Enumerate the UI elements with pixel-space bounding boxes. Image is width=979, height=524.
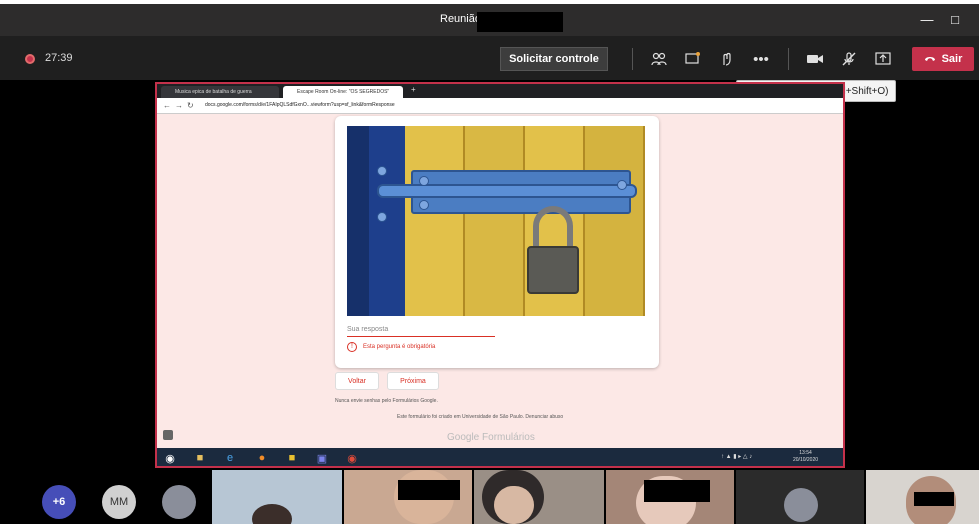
browser-nav-icons[interactable]: ←→↻ xyxy=(163,101,198,110)
browser-tab-active[interactable]: Escape Room On-line: "OS SEGREDOS" xyxy=(283,86,403,98)
meeting-timer: 27:39 xyxy=(45,52,73,64)
new-tab-icon[interactable]: + xyxy=(411,85,416,94)
participant-video[interactable] xyxy=(474,470,604,524)
edge-icon[interactable]: e xyxy=(221,450,239,466)
google-forms-logo: Google Formulários xyxy=(447,432,535,443)
redaction-box xyxy=(644,480,710,502)
system-tray-icons[interactable]: ↑ ▲ ▮ ▸ △ ♪ xyxy=(721,453,752,460)
browser-tab-label: Escape Room On-line: "OS SEGREDOS" xyxy=(297,89,390,95)
start-icon[interactable]: ◉ xyxy=(161,450,179,466)
response-input[interactable]: Sua resposta xyxy=(347,326,388,333)
feedback-icon[interactable] xyxy=(163,430,173,440)
response-underline xyxy=(347,336,495,337)
teams-icon[interactable]: ▣ xyxy=(313,450,331,466)
teams-meeting-window: Reunião — □ 27:39 Solicitar controle ••• xyxy=(0,0,979,524)
more-options-icon[interactable]: ••• xyxy=(750,48,772,70)
window-title: Reunião xyxy=(440,13,481,25)
minimize-icon[interactable]: — xyxy=(918,12,936,28)
chrome-icon[interactable]: ◉ xyxy=(343,450,361,466)
participant-video[interactable] xyxy=(866,470,979,524)
taskbar-clock[interactable]: 13:54 20/10/2020 xyxy=(793,450,818,464)
owner-note: Este formulário foi criado em Universida… xyxy=(397,414,564,420)
toolbar-divider xyxy=(788,48,789,70)
form-question-card: Sua resposta ! Esta pergunta é obrigatór… xyxy=(335,116,659,368)
camera-icon[interactable] xyxy=(804,48,826,70)
required-message: Esta pergunta é obrigatória xyxy=(363,344,436,350)
recording-icon xyxy=(25,54,35,64)
chat-icon[interactable] xyxy=(682,48,704,70)
participant-tile[interactable] xyxy=(736,470,864,524)
shared-screen: Musica epica de batalha de guerra Escape… xyxy=(155,82,845,468)
leave-button[interactable]: Sair xyxy=(912,47,974,71)
participant-video[interactable] xyxy=(606,470,734,524)
redaction-box xyxy=(914,492,954,506)
participant-strip: +6 MM xyxy=(0,468,979,524)
browser-tab[interactable]: Musica epica de batalha de guerra xyxy=(161,86,279,98)
browser-tab-label: Musica epica de batalha de guerra xyxy=(175,89,252,95)
participant-avatar[interactable] xyxy=(162,485,196,519)
firefox-icon[interactable]: ● xyxy=(253,450,271,466)
participant-avatar[interactable]: MM xyxy=(102,485,136,519)
password-note: Nunca envie senhas pelo Formulários Goog… xyxy=(335,398,438,404)
hang-up-icon xyxy=(924,53,936,65)
leave-label: Sair xyxy=(941,53,963,65)
title-bar: Reunião — □ xyxy=(0,0,979,36)
next-button[interactable]: Próxima xyxy=(387,372,439,390)
required-error: ! Esta pergunta é obrigatória xyxy=(347,342,435,352)
toolbar-divider xyxy=(632,48,633,70)
media-player-icon[interactable]: ■ xyxy=(283,450,301,466)
file-explorer-icon[interactable]: ■ xyxy=(191,450,209,466)
clock-date: 20/10/2020 xyxy=(793,457,819,463)
maximize-icon[interactable]: □ xyxy=(946,12,964,28)
redaction-box xyxy=(398,480,460,500)
clock-time: 13:54 xyxy=(799,450,812,456)
browser-tab-strip: Musica epica de batalha de guerra Escape… xyxy=(157,84,843,98)
request-control-button[interactable]: Solicitar controle xyxy=(500,47,608,71)
more-participants-badge[interactable]: +6 xyxy=(42,485,76,519)
browser-address-bar: ←→↻ docs.google.com/forms/d/e/1FAIpQLSdf… xyxy=(157,98,843,114)
meeting-toolbar: 27:39 Solicitar controle ••• Sair xyxy=(0,36,979,80)
windows-taskbar: ◉ ■ e ● ■ ▣ ◉ ↑ ▲ ▮ ▸ △ ♪ 13:54 20/10/20… xyxy=(157,448,843,466)
participant-video[interactable] xyxy=(344,470,472,524)
padlock-door-image xyxy=(347,126,645,316)
raise-hand-icon[interactable] xyxy=(716,48,738,70)
participants-icon[interactable] xyxy=(648,48,670,70)
participant-video[interactable] xyxy=(212,470,342,524)
url-field[interactable]: docs.google.com/forms/d/e/1FAIpQLSdfGxnO… xyxy=(205,102,395,108)
error-icon: ! xyxy=(347,342,357,352)
share-screen-icon[interactable] xyxy=(872,48,894,70)
mute-microphone-icon[interactable] xyxy=(838,48,860,70)
back-button[interactable]: Voltar xyxy=(335,372,379,390)
redaction-box xyxy=(477,12,563,32)
